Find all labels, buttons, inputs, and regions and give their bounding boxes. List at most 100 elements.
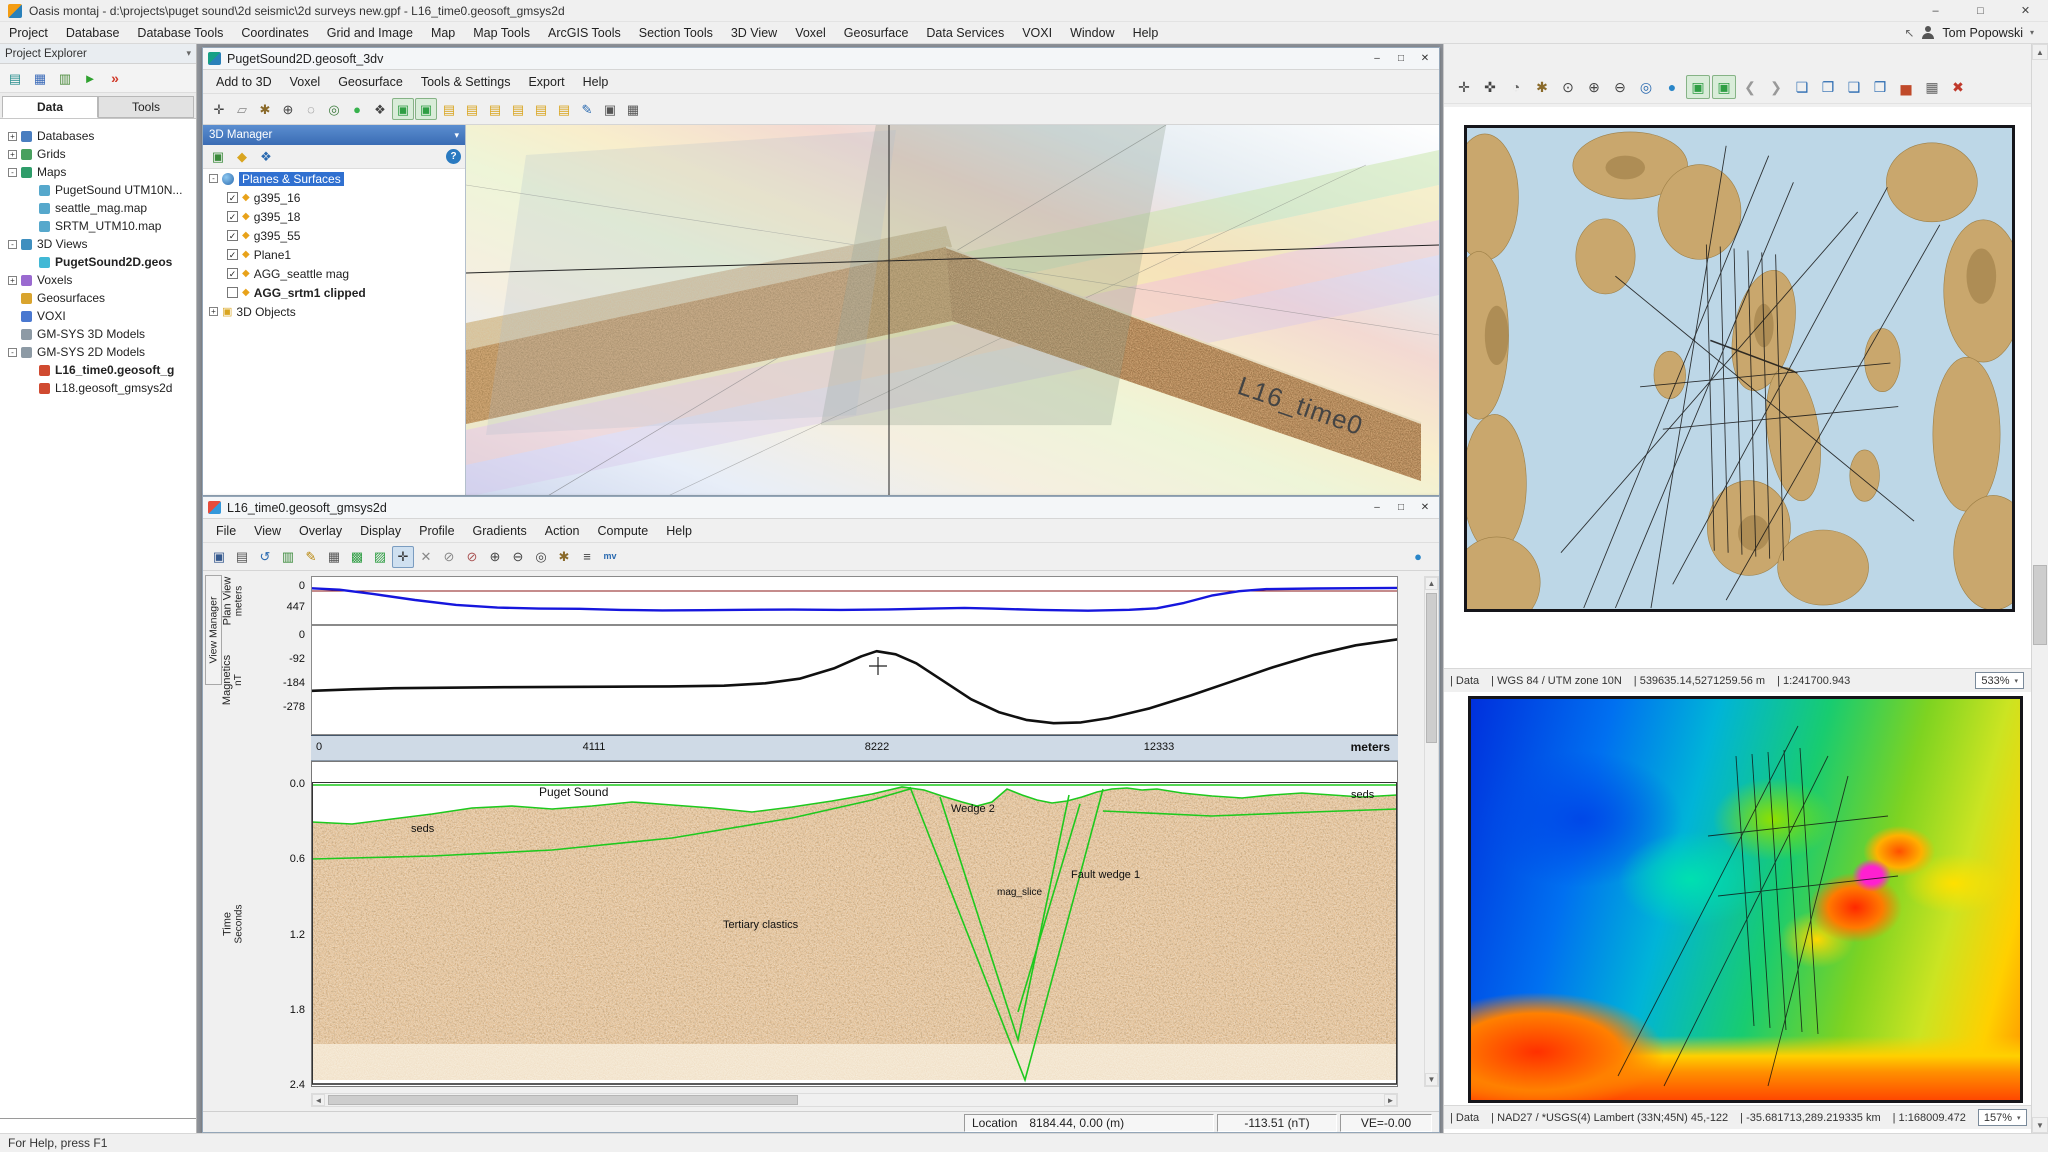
- menu-item[interactable]: Display: [351, 524, 410, 538]
- link-maps-icon[interactable]: ▣: [1712, 75, 1736, 99]
- legend-grid-icon[interactable]: ▦: [622, 98, 644, 120]
- scroll-up-icon[interactable]: ▲: [1425, 577, 1438, 590]
- tile-windows-icon[interactable]: ❏: [1790, 75, 1814, 99]
- expand-toggle-icon[interactable]: +: [8, 276, 17, 285]
- print-icon[interactable]: ▤: [231, 546, 253, 568]
- manager-item[interactable]: ✓ ◆ AGG_seattle mag: [203, 264, 465, 283]
- zoom-box-icon[interactable]: ◎: [530, 546, 552, 568]
- menu-item[interactable]: Action: [536, 524, 589, 538]
- globe-map-icon[interactable]: ●: [1660, 75, 1684, 99]
- help-icon[interactable]: ?: [446, 149, 461, 164]
- menu-item[interactable]: Voxel: [786, 22, 835, 44]
- menu-item[interactable]: Profile: [410, 524, 463, 538]
- undo-icon[interactable]: ↺: [254, 546, 276, 568]
- manager-item[interactable]: ✓ ◆ g395_16: [203, 188, 465, 207]
- tree-item[interactable]: + Databases: [0, 127, 196, 145]
- add-grid-icon[interactable]: ▤: [530, 98, 552, 120]
- pan-map-icon[interactable]: ✱: [1530, 75, 1554, 99]
- target-select-icon[interactable]: ◎: [323, 98, 345, 120]
- visibility-checkbox[interactable]: ✓: [227, 192, 238, 203]
- pan-3d-icon[interactable]: ✱: [254, 98, 276, 120]
- snap-tool-icon[interactable]: ✛: [1452, 75, 1476, 99]
- menu-item[interactable]: Help: [1124, 22, 1168, 44]
- manager-item[interactable]: ✓ ◆ g395_18: [203, 207, 465, 226]
- maximize-button[interactable]: □: [1389, 498, 1413, 518]
- expand-toggle-icon[interactable]: -: [209, 174, 218, 183]
- pointer-icon[interactable]: ↖: [1904, 26, 1914, 40]
- open-grid-icon[interactable]: ▦: [29, 67, 51, 89]
- scroll-right-icon[interactable]: ►: [1384, 1094, 1397, 1106]
- expand-toggle-icon[interactable]: -: [8, 348, 17, 357]
- interactive-zoom-icon[interactable]: ⊙: [1556, 75, 1580, 99]
- expand-toggle-icon[interactable]: +: [8, 132, 17, 141]
- forward-view-icon[interactable]: ❯: [1764, 75, 1788, 99]
- tree-item[interactable]: L16_time0.geosoft_g: [0, 361, 196, 379]
- tree-item[interactable]: + Voxels: [0, 271, 196, 289]
- edit-plane-icon[interactable]: ✎: [576, 98, 598, 120]
- menu-item[interactable]: Compute: [589, 524, 658, 538]
- menu-item[interactable]: Overlay: [290, 524, 351, 538]
- workspace-vertical-scrollbar[interactable]: ▲ ▼: [2031, 44, 2048, 1133]
- zoom-level-select[interactable]: 157% ▾: [1978, 1109, 2027, 1126]
- grid-layers-icon[interactable]: ▩: [346, 546, 368, 568]
- tab-data[interactable]: Data: [2, 96, 98, 118]
- scroll-down-icon[interactable]: ▼: [1425, 1073, 1438, 1086]
- run-workflow-icon[interactable]: »: [104, 67, 126, 89]
- expand-toggle-icon[interactable]: +: [209, 307, 218, 316]
- pan-profile-icon[interactable]: ✱: [553, 546, 575, 568]
- close-button[interactable]: ✕: [1413, 49, 1437, 69]
- visibility-checkbox[interactable]: ✓: [227, 230, 238, 241]
- move-tool-icon[interactable]: ✜: [1478, 75, 1502, 99]
- magnetics-profile-plot[interactable]: [311, 625, 1398, 735]
- scroll-down-icon[interactable]: ▼: [2032, 1117, 2048, 1133]
- menu-item[interactable]: Help: [574, 75, 618, 89]
- menu-item[interactable]: VOXI: [1013, 22, 1061, 44]
- menu-item[interactable]: Gradients: [464, 524, 536, 538]
- tree-item[interactable]: - GM-SYS 2D Models: [0, 343, 196, 361]
- tree-item[interactable]: - 3D Views: [0, 235, 196, 253]
- scroll-left-icon[interactable]: ◄: [312, 1094, 325, 1106]
- chevron-down-icon[interactable]: ▾: [2030, 28, 2034, 37]
- rotate-view-icon[interactable]: ◔: [1504, 75, 1528, 99]
- open-database-icon[interactable]: ▥: [54, 67, 76, 89]
- menu-item[interactable]: 3D View: [722, 22, 786, 44]
- add-plane-icon[interactable]: ▤: [461, 98, 483, 120]
- zoom-in-profile-icon[interactable]: ⊕: [484, 546, 506, 568]
- select-3d-icon[interactable]: ✛: [208, 98, 230, 120]
- close-map-icon[interactable]: ✖: [1946, 75, 1970, 99]
- navigate-icon[interactable]: ❖: [255, 146, 277, 168]
- expand-toggle-icon[interactable]: -: [8, 240, 17, 249]
- slice-plane-icon[interactable]: ▱: [231, 98, 253, 120]
- cascade-windows-icon[interactable]: ❐: [1816, 75, 1840, 99]
- expand-toggle-icon[interactable]: +: [8, 150, 17, 159]
- scrollbar-thumb[interactable]: [328, 1095, 798, 1105]
- full-extent-icon[interactable]: ◎: [1634, 75, 1658, 99]
- manager-objects-item[interactable]: + ▣ 3D Objects: [203, 302, 465, 321]
- plan-map-toggle-icon[interactable]: ▣: [392, 98, 414, 120]
- zoom-level-select[interactable]: 533% ▾: [1975, 672, 2024, 689]
- menu-item[interactable]: Map Tools: [464, 22, 539, 44]
- zoom-out-profile-icon[interactable]: ⊖: [507, 546, 529, 568]
- snapshot-icon[interactable]: ▣: [599, 98, 621, 120]
- zoom-in-map-icon[interactable]: ⊕: [1582, 75, 1606, 99]
- split-vertical-icon[interactable]: ❑: [1842, 75, 1866, 99]
- tag-icon[interactable]: ◆: [231, 146, 253, 168]
- split-horizontal-icon[interactable]: ❒: [1868, 75, 1892, 99]
- tree-item[interactable]: + Grids: [0, 145, 196, 163]
- visibility-checkbox[interactable]: ✓: [227, 249, 238, 260]
- globe-3d-icon[interactable]: ●: [346, 98, 368, 120]
- add-surface-icon[interactable]: ▤: [484, 98, 506, 120]
- menu-item[interactable]: Window: [1061, 22, 1123, 44]
- plan-view-profile-plot[interactable]: [311, 576, 1398, 625]
- section-map-toggle-icon[interactable]: ▣: [415, 98, 437, 120]
- cursor-track-icon[interactable]: ✛: [392, 546, 414, 568]
- scrollbar-thumb[interactable]: [2033, 565, 2047, 645]
- tree-item[interactable]: PugetSound UTM10N...: [0, 181, 196, 199]
- menu-item[interactable]: Coordinates: [232, 22, 317, 44]
- mv-tool-icon[interactable]: mv: [599, 546, 621, 568]
- shadow-cursor-icon[interactable]: ▣: [1686, 75, 1710, 99]
- tree-item[interactable]: - Maps: [0, 163, 196, 181]
- add-map-icon[interactable]: ▥: [277, 546, 299, 568]
- tree-item[interactable]: PugetSound2D.geos: [0, 253, 196, 271]
- tab-tools[interactable]: Tools: [98, 96, 194, 118]
